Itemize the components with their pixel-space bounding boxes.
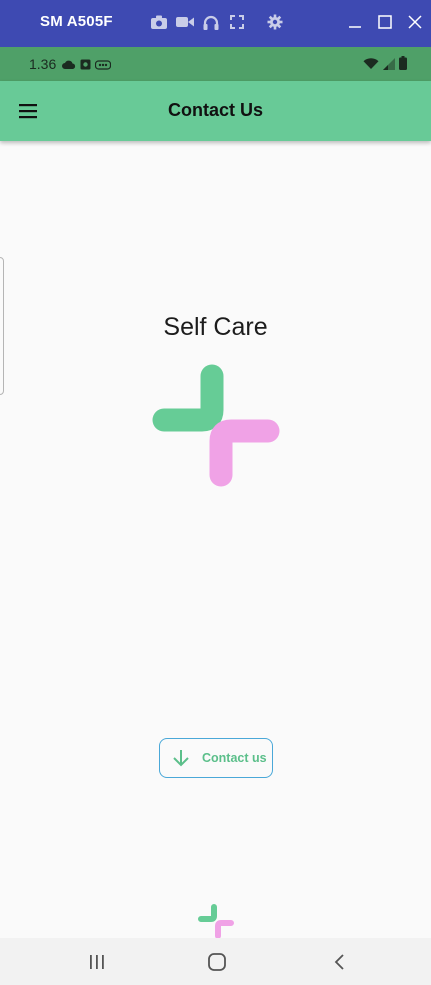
headphones-icon[interactable] [202, 13, 220, 31]
fullscreen-icon[interactable] [228, 13, 246, 31]
sd-icon [94, 57, 112, 75]
wifi-icon [363, 57, 379, 75]
recent-apps-icon[interactable] [86, 952, 108, 972]
battery-icon [399, 56, 407, 75]
gear-icon[interactable] [266, 13, 284, 31]
self-care-logo-small [197, 903, 235, 939]
page-title: Contact Us [167, 100, 263, 120]
minimize-icon[interactable] [345, 12, 365, 32]
status-time: 1.36 [29, 56, 57, 72]
navigation-bar [0, 938, 431, 985]
brand-title: Self Care [163, 313, 268, 341]
home-icon[interactable] [206, 952, 228, 972]
back-icon[interactable] [329, 952, 351, 972]
video-icon[interactable] [176, 13, 194, 31]
arrow-down-icon [172, 749, 190, 767]
app-bar: Contact Us [0, 81, 431, 141]
contact-us-label: Contact us [202, 751, 267, 765]
window-controls [345, 12, 425, 32]
cloud-icon [62, 57, 76, 75]
status-bar: 1.36 [0, 47, 431, 81]
close-icon[interactable] [405, 12, 425, 32]
maximize-icon[interactable] [375, 12, 395, 32]
contact-us-button[interactable]: Contact us [159, 738, 273, 778]
device-name: SM A505F [40, 13, 113, 30]
status-icons-right [363, 56, 407, 75]
signal-icon [383, 57, 395, 75]
emulator-window-bar: SM A505F [0, 0, 431, 47]
camera-icon[interactable] [150, 13, 168, 31]
status-icons-left [62, 57, 112, 75]
app-notification-icon [80, 57, 91, 75]
self-care-logo [150, 362, 282, 490]
emulator-toolbar [150, 13, 284, 31]
